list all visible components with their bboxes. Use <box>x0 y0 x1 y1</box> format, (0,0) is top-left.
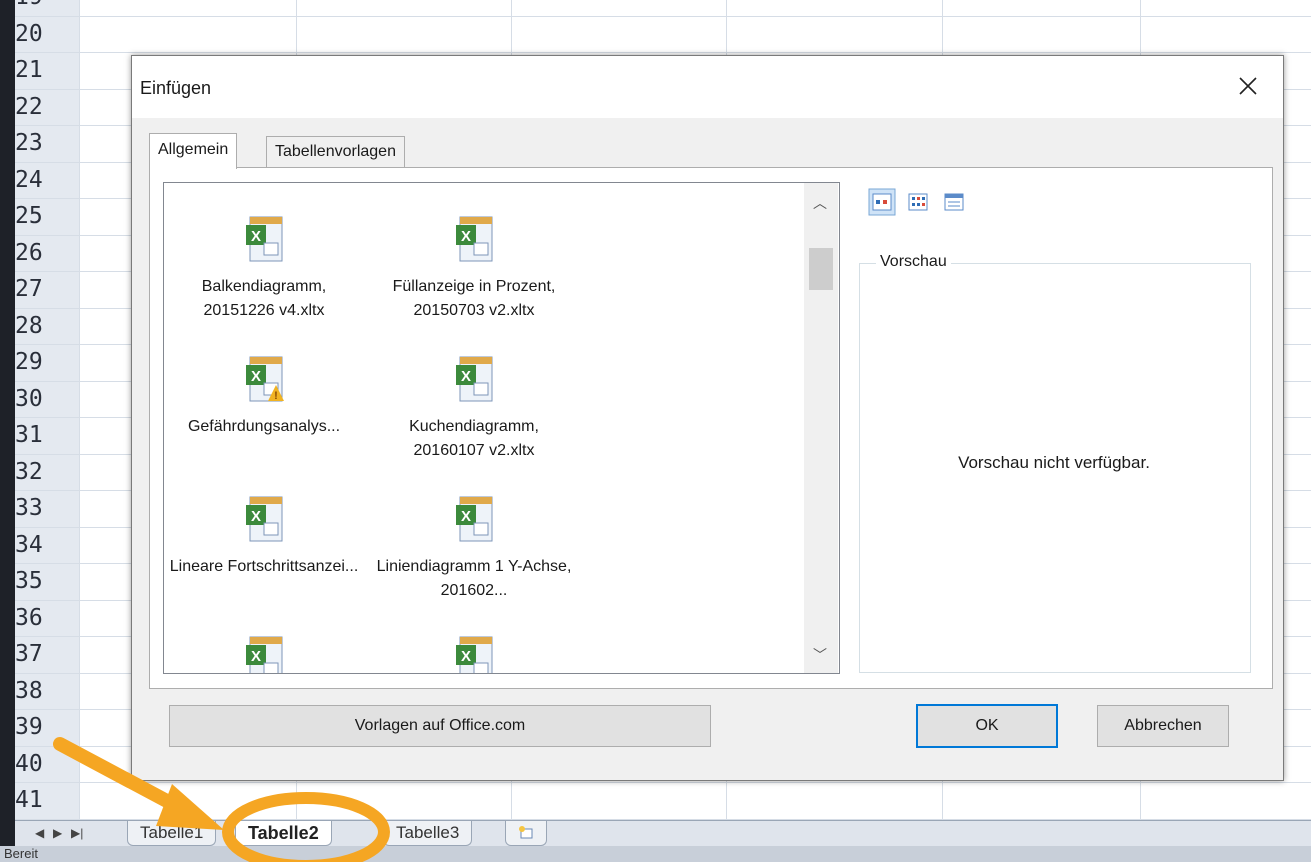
list-view-icon[interactable] <box>904 188 932 216</box>
template-item[interactable]: X Füllanzeige in Prozent, 20150703 v2.xlt… <box>374 213 574 323</box>
template-item-partial[interactable]: X <box>374 633 574 673</box>
office-templates-button[interactable]: Vorlagen auf Office.com <box>169 705 711 747</box>
excel-template-icon: X <box>454 213 494 265</box>
ok-button[interactable]: OK <box>916 704 1058 748</box>
dialog-titlebar: Einfügen <box>132 56 1283 118</box>
row-header-column: 1920212223242526272829303132333435363738… <box>15 0 80 820</box>
row-number[interactable]: 34 <box>15 527 67 563</box>
tab-allgemein[interactable]: Allgemein <box>149 133 238 169</box>
template-label: Liniendiagramm 1 Y-Achse, 201602... <box>376 558 572 599</box>
template-label: Kuchendiagramm, 20160107 v2.xltx <box>409 418 539 459</box>
svg-text:X: X <box>251 508 261 525</box>
svg-text:!: ! <box>274 390 278 402</box>
last-sheet-nav-icon[interactable]: ▶| <box>71 826 83 840</box>
excel-template-icon: X <box>454 493 494 545</box>
tab-tabellenvorlagen[interactable]: Tabellenvorlagen <box>266 136 405 167</box>
row-number[interactable]: 40 <box>15 746 67 782</box>
row-number[interactable]: 20 <box>15 16 67 52</box>
template-label: Gefährdungsanalys... <box>187 418 341 435</box>
row-number[interactable]: 32 <box>15 454 67 490</box>
row-number[interactable]: 19 <box>15 0 67 15</box>
row-number[interactable]: 37 <box>15 636 67 672</box>
svg-text:X: X <box>461 648 471 665</box>
first-sheet-nav-icon[interactable]: ◀ <box>35 826 44 840</box>
template-label: Füllanzeige in Prozent, 20150703 v2.xltx <box>392 278 556 319</box>
row-number[interactable]: 35 <box>15 563 67 599</box>
row-number[interactable]: 33 <box>15 490 67 526</box>
status-text: Bereit <box>4 846 38 861</box>
template-item[interactable]: X Kuchendiagramm, 20160107 v2.xltx <box>374 353 574 463</box>
grid-row-line <box>15 782 1311 783</box>
template-item[interactable]: X! Gefährdungsanalys... <box>164 353 364 439</box>
row-number[interactable]: 39 <box>15 709 67 745</box>
details-view-icon[interactable] <box>940 188 968 216</box>
row-number[interactable]: 36 <box>15 600 67 636</box>
tab-panel: X Balkendiagramm, 20151226 v4.xltx X Füllan… <box>149 167 1273 689</box>
sheet-tab-tabelle3[interactable]: Tabelle3 <box>383 821 473 846</box>
grid-column-line <box>79 0 80 820</box>
insert-dialog: Einfügen Allgemein Tabellenvorlagen X Bal… <box>131 55 1284 781</box>
svg-text:X: X <box>251 648 261 665</box>
scroll-down-icon[interactable]: ﹀ <box>813 645 827 665</box>
row-number[interactable]: 41 <box>15 782 67 818</box>
row-number[interactable]: 21 <box>15 52 67 88</box>
template-item[interactable]: X Balkendiagramm, 20151226 v4.xltx <box>164 213 364 323</box>
svg-text:X: X <box>461 368 471 385</box>
grid-row-line <box>15 15 1311 17</box>
next-sheet-nav-icon[interactable]: ▶ <box>53 826 62 840</box>
excel-template-icon: X <box>244 213 284 265</box>
excel-template-icon: X <box>244 493 284 545</box>
preview-label: Vorschau <box>876 253 951 271</box>
svg-text:X: X <box>251 228 261 245</box>
row-number[interactable]: 30 <box>15 381 67 417</box>
excel-template-icon: X <box>454 353 494 405</box>
large-icons-view-icon[interactable] <box>868 188 896 216</box>
status-bar: Bereit <box>0 846 1311 862</box>
sheet-tab-tabelle2[interactable]: Tabelle2 <box>235 821 332 846</box>
insert-sheet-tab[interactable] <box>505 821 547 846</box>
svg-text:X: X <box>461 508 471 525</box>
grid-row-line <box>15 52 1311 53</box>
template-item-partial[interactable]: X <box>164 633 364 673</box>
row-number[interactable]: 25 <box>15 198 67 234</box>
row-number[interactable]: 29 <box>15 344 67 380</box>
row-number[interactable]: 31 <box>15 417 67 453</box>
dialog-title: Einfügen <box>140 78 212 98</box>
row-number[interactable]: 38 <box>15 673 67 709</box>
row-number[interactable]: 24 <box>15 162 67 198</box>
sheet-tab-tabelle1[interactable]: Tabelle1 <box>127 821 217 846</box>
insert-sheet-icon <box>519 826 533 839</box>
cancel-button[interactable]: Abbrechen <box>1097 705 1229 747</box>
sheet-tab-bar: ◀ ▶ ▶| Tabelle1 Tabelle2 Tabelle3 <box>15 820 1311 847</box>
list-scrollbar[interactable]: ︿ ﹀ <box>804 183 838 673</box>
row-number[interactable]: 23 <box>15 125 67 161</box>
excel-template-icon: X <box>244 633 284 673</box>
template-list[interactable]: X Balkendiagramm, 20151226 v4.xltx X Füllan… <box>163 182 840 674</box>
template-item[interactable]: X Liniendiagramm 1 Y-Achse, 201602... <box>374 493 574 603</box>
excel-template-icon: X <box>454 633 494 673</box>
template-label: Balkendiagramm, 20151226 v4.xltx <box>201 278 327 319</box>
excel-template-warning-icon: X! <box>244 353 284 405</box>
template-item[interactable]: X Lineare Fortschrittsanzei... <box>164 493 364 579</box>
svg-text:X: X <box>461 228 471 245</box>
row-number[interactable]: 27 <box>15 271 67 307</box>
template-label: Lineare Fortschrittsanzei... <box>169 558 359 575</box>
row-number[interactable]: 22 <box>15 89 67 125</box>
preview-unavailable-text: Vorschau nicht verfügbar. <box>958 453 1150 472</box>
svg-text:X: X <box>251 368 261 385</box>
close-icon[interactable] <box>1230 68 1266 104</box>
scroll-up-icon[interactable]: ︿ <box>813 193 827 213</box>
row-number[interactable]: 26 <box>15 235 67 271</box>
scroll-thumb[interactable] <box>809 248 833 290</box>
row-number[interactable]: 28 <box>15 308 67 344</box>
